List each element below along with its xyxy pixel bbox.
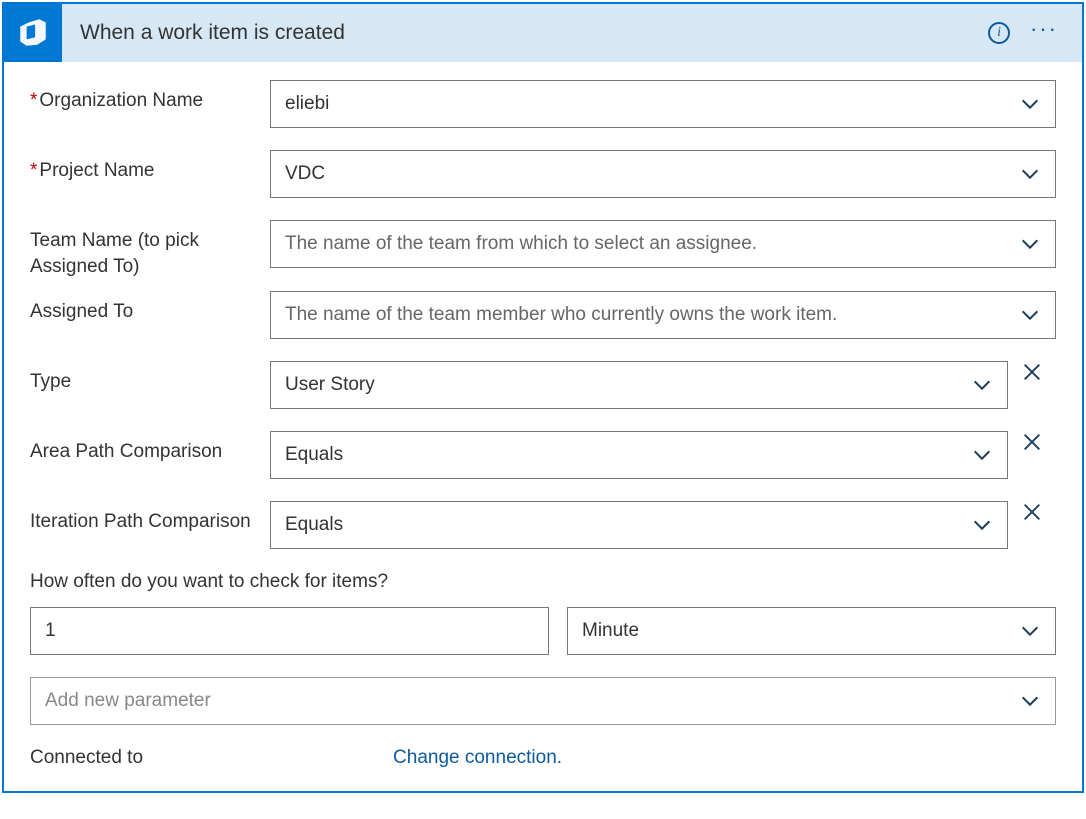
chevron-down-icon	[1019, 304, 1041, 326]
more-menu-icon[interactable]: ···	[1030, 26, 1058, 33]
area-select[interactable]: Equals	[270, 431, 1008, 479]
clear-area-button[interactable]	[1008, 431, 1056, 453]
label-iteration: Iteration Path Comparison	[30, 501, 270, 535]
poll-frequency-row: Minute	[30, 607, 1056, 655]
label-area: Area Path Comparison	[30, 431, 270, 465]
chevron-down-icon	[1019, 690, 1041, 712]
label-assigned: Assigned To	[30, 291, 270, 325]
add-parameter-select[interactable]: Add new parameter	[30, 677, 1056, 725]
organization-select[interactable]: eliebi	[270, 80, 1056, 128]
trigger-card: When a work item is created i ··· *Organ…	[2, 2, 1084, 793]
card-header: When a work item is created i ···	[4, 4, 1082, 62]
label-type: Type	[30, 361, 270, 395]
chevron-down-icon	[1019, 93, 1041, 115]
team-select[interactable]: The name of the team from which to selec…	[270, 220, 1056, 268]
iteration-select[interactable]: Equals	[270, 501, 1008, 549]
chevron-down-icon	[971, 444, 993, 466]
change-connection-link[interactable]: Change connection.	[393, 747, 562, 769]
clear-iteration-button[interactable]	[1008, 501, 1056, 523]
label-organization: *Organization Name	[30, 80, 270, 114]
assigned-select[interactable]: The name of the team member who currentl…	[270, 291, 1056, 339]
connected-to-label: Connected to	[30, 747, 143, 769]
clear-type-button[interactable]	[1008, 361, 1056, 383]
row-assigned: Assigned To The name of the team member …	[30, 291, 1056, 339]
header-actions: i ···	[988, 22, 1082, 44]
info-icon[interactable]: i	[988, 22, 1010, 44]
required-marker: *	[30, 90, 37, 111]
row-organization: *Organization Name eliebi	[30, 80, 1056, 128]
card-body: *Organization Name eliebi *Project Name …	[4, 62, 1082, 791]
connection-footer: Connected to Change connection.	[30, 747, 1056, 769]
label-project: *Project Name	[30, 150, 270, 184]
poll-unit-select[interactable]: Minute	[567, 607, 1056, 655]
row-type: Type User Story	[30, 361, 1056, 409]
project-select[interactable]: VDC	[270, 150, 1056, 198]
devops-icon	[4, 4, 62, 62]
type-select[interactable]: User Story	[270, 361, 1008, 409]
row-project: *Project Name VDC	[30, 150, 1056, 198]
required-marker: *	[30, 160, 37, 181]
chevron-down-icon	[1019, 620, 1041, 642]
chevron-down-icon	[971, 514, 993, 536]
poll-interval-input[interactable]	[30, 607, 549, 655]
row-area: Area Path Comparison Equals	[30, 431, 1056, 479]
row-team: Team Name (to pick Assigned To) The name…	[30, 220, 1056, 279]
poll-frequency-label: How often do you want to check for items…	[30, 571, 1056, 593]
row-iteration: Iteration Path Comparison Equals	[30, 501, 1056, 549]
label-team: Team Name (to pick Assigned To)	[30, 220, 270, 279]
chevron-down-icon	[971, 374, 993, 396]
chevron-down-icon	[1019, 233, 1041, 255]
chevron-down-icon	[1019, 163, 1041, 185]
card-title: When a work item is created	[80, 21, 988, 45]
